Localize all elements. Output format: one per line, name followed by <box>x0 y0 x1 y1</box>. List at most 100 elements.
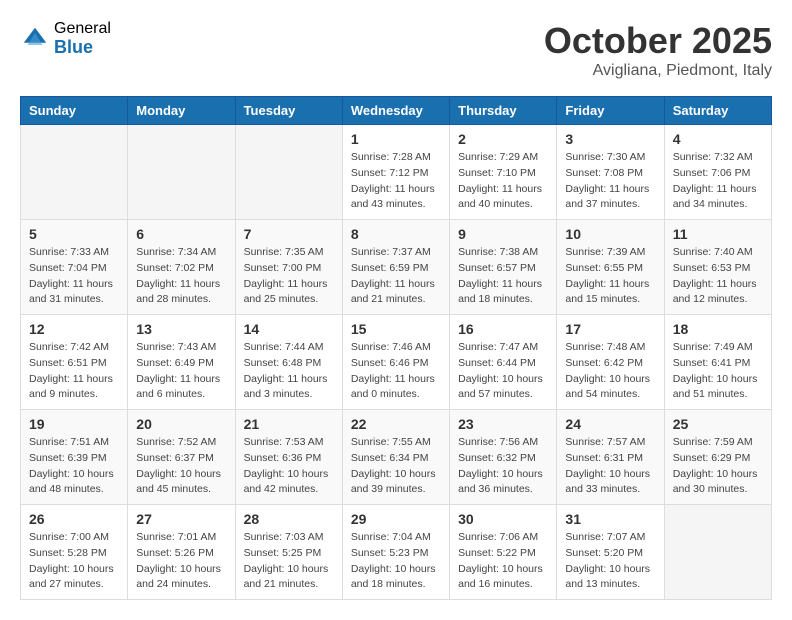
day-number: 26 <box>29 511 119 527</box>
calendar-cell: 17 Sunrise: 7:48 AM Sunset: 6:42 PM Dayli… <box>557 315 664 410</box>
day-info: Sunrise: 7:55 AM Sunset: 6:34 PM Dayligh… <box>351 435 441 498</box>
day-number: 16 <box>458 321 548 337</box>
day-info: Sunrise: 7:49 AM Sunset: 6:41 PM Dayligh… <box>673 340 763 403</box>
calendar-cell: 4 Sunrise: 7:32 AM Sunset: 7:06 PM Daylig… <box>664 125 771 220</box>
calendar-cell: 3 Sunrise: 7:30 AM Sunset: 7:08 PM Daylig… <box>557 125 664 220</box>
day-info: Sunrise: 7:52 AM Sunset: 6:37 PM Dayligh… <box>136 435 226 498</box>
calendar-cell <box>235 125 342 220</box>
day-number: 7 <box>244 226 334 242</box>
calendar-cell: 9 Sunrise: 7:38 AM Sunset: 6:57 PM Daylig… <box>450 220 557 315</box>
calendar-cell: 7Sunrise: 7:35 AM Sunset: 7:00 PM Daylig… <box>235 220 342 315</box>
calendar-cell: 27 Sunrise: 7:01 AM Sunset: 5:26 PM Dayli… <box>128 505 235 600</box>
weekday-header-friday: Friday <box>557 97 664 125</box>
weekday-header-monday: Monday <box>128 97 235 125</box>
calendar-cell: 1 Sunrise: 7:28 AM Sunset: 7:12 PM Daylig… <box>342 125 449 220</box>
day-number: 30 <box>458 511 548 527</box>
calendar-cell: 21 Sunrise: 7:53 AM Sunset: 6:36 PM Dayli… <box>235 410 342 505</box>
calendar-cell <box>21 125 128 220</box>
day-number: 22 <box>351 416 441 432</box>
location: Avigliana, Piedmont, Italy <box>544 62 772 80</box>
calendar-week-row: 26 Sunrise: 7:00 AM Sunset: 5:28 PM Dayli… <box>21 505 772 600</box>
weekday-header-tuesday: Tuesday <box>235 97 342 125</box>
day-info: Sunrise: 7:01 AM Sunset: 5:26 PM Dayligh… <box>136 530 226 593</box>
day-number: 4 <box>673 131 763 147</box>
day-info: Sunrise: 7:30 AM Sunset: 7:08 PM Dayligh… <box>565 150 655 213</box>
day-info: Sunrise: 7:03 AM Sunset: 5:25 PM Dayligh… <box>244 530 334 593</box>
day-info: Sunrise: 7:04 AM Sunset: 5:23 PM Dayligh… <box>351 530 441 593</box>
calendar-table: SundayMondayTuesdayWednesdayThursdayFrid… <box>20 96 772 600</box>
calendar-cell: 8Sunrise: 7:37 AM Sunset: 6:59 PM Daylig… <box>342 220 449 315</box>
day-info: Sunrise: 7:34 AM Sunset: 7:02 PM Dayligh… <box>136 245 226 308</box>
day-info: Sunrise: 7:28 AM Sunset: 7:12 PM Dayligh… <box>351 150 441 213</box>
day-info: Sunrise: 7:51 AM Sunset: 6:39 PM Dayligh… <box>29 435 119 498</box>
logo-text: General Blue <box>54 20 111 57</box>
day-number: 3 <box>565 131 655 147</box>
day-info: Sunrise: 7:32 AM Sunset: 7:06 PM Dayligh… <box>673 150 763 213</box>
weekday-header-row: SundayMondayTuesdayWednesdayThursdayFrid… <box>21 97 772 125</box>
day-number: 20 <box>136 416 226 432</box>
day-info: Sunrise: 7:43 AM Sunset: 6:49 PM Dayligh… <box>136 340 226 403</box>
calendar-cell: 19 Sunrise: 7:51 AM Sunset: 6:39 PM Dayli… <box>21 410 128 505</box>
day-info: Sunrise: 7:38 AM Sunset: 6:57 PM Dayligh… <box>458 245 548 308</box>
day-info: Sunrise: 7:56 AM Sunset: 6:32 PM Dayligh… <box>458 435 548 498</box>
title-section: October 2025 Avigliana, Piedmont, Italy <box>544 20 772 80</box>
day-info: Sunrise: 7:53 AM Sunset: 6:36 PM Dayligh… <box>244 435 334 498</box>
calendar-week-row: 1 Sunrise: 7:28 AM Sunset: 7:12 PM Daylig… <box>21 125 772 220</box>
calendar-cell: 25 Sunrise: 7:59 AM Sunset: 6:29 PM Dayli… <box>664 410 771 505</box>
calendar-week-row: 19 Sunrise: 7:51 AM Sunset: 6:39 PM Dayli… <box>21 410 772 505</box>
day-number: 5 <box>29 226 119 242</box>
day-number: 10 <box>565 226 655 242</box>
calendar-cell: 13 Sunrise: 7:43 AM Sunset: 6:49 PM Dayli… <box>128 315 235 410</box>
calendar-cell <box>664 505 771 600</box>
day-info: Sunrise: 7:40 AM Sunset: 6:53 PM Dayligh… <box>673 245 763 308</box>
day-number: 13 <box>136 321 226 337</box>
day-number: 17 <box>565 321 655 337</box>
day-number: 1 <box>351 131 441 147</box>
calendar-cell: 12 Sunrise: 7:42 AM Sunset: 6:51 PM Dayli… <box>21 315 128 410</box>
calendar-cell: 28Sunrise: 7:03 AM Sunset: 5:25 PM Dayli… <box>235 505 342 600</box>
calendar-cell: 23Sunrise: 7:56 AM Sunset: 6:32 PM Dayli… <box>450 410 557 505</box>
logo-icon <box>20 24 50 54</box>
day-info: Sunrise: 7:33 AM Sunset: 7:04 PM Dayligh… <box>29 245 119 308</box>
day-number: 21 <box>244 416 334 432</box>
day-info: Sunrise: 7:29 AM Sunset: 7:10 PM Dayligh… <box>458 150 548 213</box>
weekday-header-sunday: Sunday <box>21 97 128 125</box>
calendar-cell: 30 Sunrise: 7:06 AM Sunset: 5:22 PM Dayli… <box>450 505 557 600</box>
day-number: 12 <box>29 321 119 337</box>
calendar-cell <box>128 125 235 220</box>
day-number: 15 <box>351 321 441 337</box>
day-number: 24 <box>565 416 655 432</box>
calendar-cell: 11 Sunrise: 7:40 AM Sunset: 6:53 PM Dayli… <box>664 220 771 315</box>
day-info: Sunrise: 7:00 AM Sunset: 5:28 PM Dayligh… <box>29 530 119 593</box>
day-info: Sunrise: 7:57 AM Sunset: 6:31 PM Dayligh… <box>565 435 655 498</box>
weekday-header-wednesday: Wednesday <box>342 97 449 125</box>
day-info: Sunrise: 7:06 AM Sunset: 5:22 PM Dayligh… <box>458 530 548 593</box>
calendar-cell: 18 Sunrise: 7:49 AM Sunset: 6:41 PM Dayli… <box>664 315 771 410</box>
day-number: 19 <box>29 416 119 432</box>
calendar-cell: 2Sunrise: 7:29 AM Sunset: 7:10 PM Daylig… <box>450 125 557 220</box>
logo-general: General <box>54 20 111 38</box>
day-number: 9 <box>458 226 548 242</box>
calendar-cell: 16Sunrise: 7:47 AM Sunset: 6:44 PM Dayli… <box>450 315 557 410</box>
calendar-cell: 10 Sunrise: 7:39 AM Sunset: 6:55 PM Dayli… <box>557 220 664 315</box>
day-info: Sunrise: 7:59 AM Sunset: 6:29 PM Dayligh… <box>673 435 763 498</box>
logo-blue: Blue <box>54 38 111 58</box>
day-info: Sunrise: 7:07 AM Sunset: 5:20 PM Dayligh… <box>565 530 655 593</box>
calendar-cell: 14Sunrise: 7:44 AM Sunset: 6:48 PM Dayli… <box>235 315 342 410</box>
day-number: 25 <box>673 416 763 432</box>
day-number: 27 <box>136 511 226 527</box>
calendar-cell: 20 Sunrise: 7:52 AM Sunset: 6:37 PM Dayli… <box>128 410 235 505</box>
calendar-cell: 22 Sunrise: 7:55 AM Sunset: 6:34 PM Dayli… <box>342 410 449 505</box>
day-info: Sunrise: 7:42 AM Sunset: 6:51 PM Dayligh… <box>29 340 119 403</box>
day-number: 6 <box>136 226 226 242</box>
weekday-header-saturday: Saturday <box>664 97 771 125</box>
calendar-week-row: 5 Sunrise: 7:33 AM Sunset: 7:04 PM Daylig… <box>21 220 772 315</box>
calendar-cell: 29 Sunrise: 7:04 AM Sunset: 5:23 PM Dayli… <box>342 505 449 600</box>
day-number: 11 <box>673 226 763 242</box>
day-number: 29 <box>351 511 441 527</box>
day-number: 18 <box>673 321 763 337</box>
calendar-week-row: 12 Sunrise: 7:42 AM Sunset: 6:51 PM Dayli… <box>21 315 772 410</box>
day-info: Sunrise: 7:39 AM Sunset: 6:55 PM Dayligh… <box>565 245 655 308</box>
day-info: Sunrise: 7:48 AM Sunset: 6:42 PM Dayligh… <box>565 340 655 403</box>
calendar-cell: 24 Sunrise: 7:57 AM Sunset: 6:31 PM Dayli… <box>557 410 664 505</box>
